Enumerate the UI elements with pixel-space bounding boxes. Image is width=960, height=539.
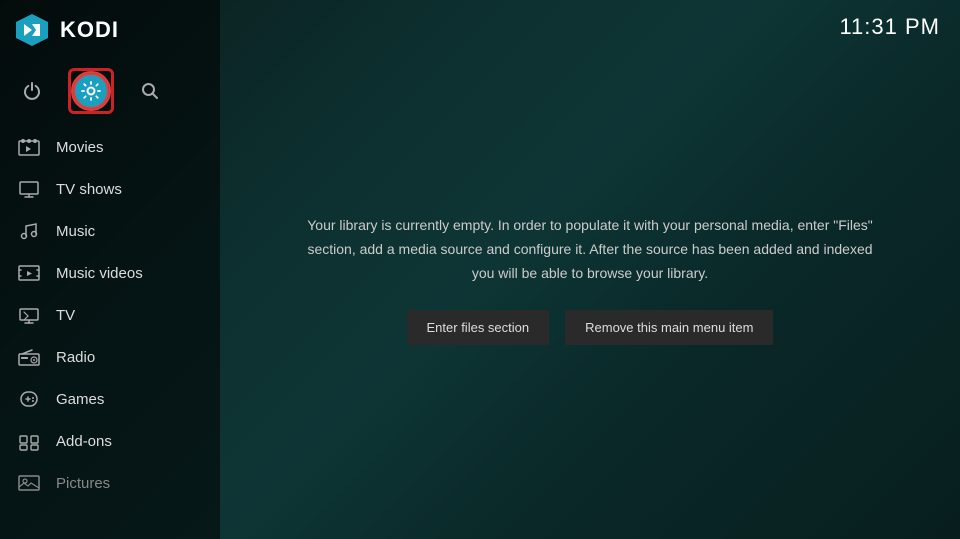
music-videos-icon (18, 262, 40, 284)
settings-button[interactable] (73, 73, 109, 109)
pictures-icon (18, 472, 40, 494)
sidebar-item-movies-label: Movies (56, 139, 104, 156)
sidebar-item-add-ons[interactable]: Add-ons (0, 420, 220, 462)
radio-icon (18, 346, 40, 368)
sidebar-item-music[interactable]: Music (0, 210, 220, 252)
main-content: 11:31 PM Your library is currently empty… (220, 0, 960, 539)
app-container: KODI (0, 0, 960, 539)
tv-icon (18, 304, 40, 326)
sidebar-item-tv-label: TV (56, 307, 75, 324)
sidebar-item-radio-label: Radio (56, 349, 95, 366)
top-icons-bar (0, 60, 220, 126)
sidebar-item-music-label: Music (56, 223, 95, 240)
clock-display: 11:31 PM (839, 14, 940, 40)
sidebar-item-games-label: Games (56, 391, 104, 408)
sidebar-item-add-ons-label: Add-ons (56, 433, 112, 450)
power-button[interactable] (14, 73, 50, 109)
sidebar-item-tv-shows-label: TV shows (56, 181, 122, 198)
sidebar-item-pictures-label: Pictures (56, 475, 110, 492)
tv-shows-icon (18, 178, 40, 200)
sidebar-item-radio[interactable]: Radio (0, 336, 220, 378)
app-title: KODI (60, 17, 119, 43)
sidebar: KODI (0, 0, 220, 539)
action-buttons-group: Enter files section Remove this main men… (407, 310, 774, 345)
app-header: KODI (0, 0, 220, 60)
sidebar-nav: Movies TV shows (0, 126, 220, 504)
search-button[interactable] (132, 73, 168, 109)
sidebar-item-movies[interactable]: Movies (0, 126, 220, 168)
center-content-area: Your library is currently empty. In orde… (220, 20, 960, 539)
kodi-logo-icon (14, 12, 50, 48)
sidebar-item-tv-shows[interactable]: TV shows (0, 168, 220, 210)
sidebar-item-pictures[interactable]: Pictures (0, 462, 220, 504)
sidebar-item-tv[interactable]: TV (0, 294, 220, 336)
sidebar-item-games[interactable]: Games (0, 378, 220, 420)
enter-files-button[interactable]: Enter files section (407, 310, 550, 345)
library-empty-message: Your library is currently empty. In orde… (300, 214, 880, 285)
add-ons-icon (18, 430, 40, 452)
remove-menu-item-button[interactable]: Remove this main menu item (565, 310, 773, 345)
sidebar-item-music-videos-label: Music videos (56, 265, 143, 282)
games-icon (18, 388, 40, 410)
music-icon (18, 220, 40, 242)
movies-icon (18, 136, 40, 158)
settings-button-wrapper[interactable] (68, 68, 114, 114)
sidebar-item-music-videos[interactable]: Music videos (0, 252, 220, 294)
